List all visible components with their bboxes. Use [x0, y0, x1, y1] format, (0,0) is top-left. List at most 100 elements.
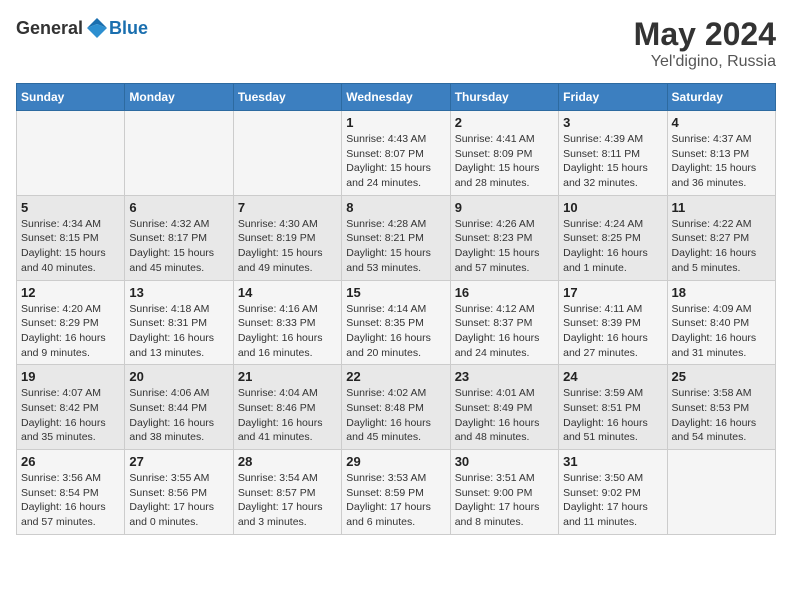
calendar-cell: 15 Sunrise: 4:14 AM Sunset: 8:35 PM Dayli…	[342, 280, 450, 365]
weekday-header: Monday	[125, 84, 233, 111]
calendar-cell: 10 Sunrise: 4:24 AM Sunset: 8:25 PM Dayli…	[559, 195, 667, 280]
logo-general: General	[16, 18, 83, 39]
calendar-cell: 6 Sunrise: 4:32 AM Sunset: 8:17 PM Daylig…	[125, 195, 233, 280]
calendar-cell: 8 Sunrise: 4:28 AM Sunset: 8:21 PM Daylig…	[342, 195, 450, 280]
day-info: Sunrise: 3:58 AM Sunset: 8:53 PM Dayligh…	[672, 386, 771, 445]
calendar-cell: 20Sunrise: 4:06 AM Sunset: 8:44 PM Dayli…	[125, 365, 233, 450]
day-number: 18	[672, 285, 771, 300]
weekday-header: Sunday	[17, 84, 125, 111]
day-number: 1	[346, 115, 445, 130]
day-number: 8	[346, 200, 445, 215]
day-info: Sunrise: 3:59 AM Sunset: 8:51 PM Dayligh…	[563, 386, 662, 445]
day-number: 27	[129, 454, 228, 469]
calendar-cell: 13 Sunrise: 4:18 AM Sunset: 8:31 PM Dayli…	[125, 280, 233, 365]
day-info: Sunrise: 4:09 AM Sunset: 8:40 PM Dayligh…	[672, 302, 771, 361]
calendar-cell	[233, 111, 341, 196]
day-number: 7	[238, 200, 337, 215]
day-info: Sunrise: 4:26 AM Sunset: 8:23 PM Dayligh…	[455, 217, 554, 276]
day-number: 10	[563, 200, 662, 215]
day-number: 2	[455, 115, 554, 130]
day-info: Sunrise: 3:55 AM Sunset: 8:56 PM Dayligh…	[129, 471, 228, 530]
calendar-cell	[125, 111, 233, 196]
calendar-table: SundayMondayTuesdayWednesdayThursdayFrid…	[16, 83, 776, 535]
calendar-cell: 7Sunrise: 4:30 AM Sunset: 8:19 PM Daylig…	[233, 195, 341, 280]
day-info: Sunrise: 4:24 AM Sunset: 8:25 PM Dayligh…	[563, 217, 662, 276]
day-number: 14	[238, 285, 337, 300]
day-info: Sunrise: 4:39 AM Sunset: 8:11 PM Dayligh…	[563, 132, 662, 191]
calendar-cell: 25 Sunrise: 3:58 AM Sunset: 8:53 PM Dayli…	[667, 365, 775, 450]
calendar-cell: 12Sunrise: 4:20 AM Sunset: 8:29 PM Dayli…	[17, 280, 125, 365]
day-info: Sunrise: 4:11 AM Sunset: 8:39 PM Dayligh…	[563, 302, 662, 361]
calendar-cell	[667, 450, 775, 535]
day-number: 17	[563, 285, 662, 300]
calendar-cell: 3 Sunrise: 4:39 AM Sunset: 8:11 PM Daylig…	[559, 111, 667, 196]
day-number: 15	[346, 285, 445, 300]
day-number: 22	[346, 369, 445, 384]
day-number: 9	[455, 200, 554, 215]
calendar-body: 1Sunrise: 4:43 AM Sunset: 8:07 PM Daylig…	[17, 111, 776, 535]
logo-icon	[85, 16, 109, 40]
day-info: Sunrise: 4:07 AM Sunset: 8:42 PM Dayligh…	[21, 386, 120, 445]
day-number: 29	[346, 454, 445, 469]
day-info: Sunrise: 4:01 AM Sunset: 8:49 PM Dayligh…	[455, 386, 554, 445]
day-info: Sunrise: 3:56 AM Sunset: 8:54 PM Dayligh…	[21, 471, 120, 530]
weekday-header: Wednesday	[342, 84, 450, 111]
calendar-cell: 30 Sunrise: 3:51 AM Sunset: 9:00 PM Dayli…	[450, 450, 558, 535]
calendar-cell: 27 Sunrise: 3:55 AM Sunset: 8:56 PM Dayli…	[125, 450, 233, 535]
weekday-header-row: SundayMondayTuesdayWednesdayThursdayFrid…	[17, 84, 776, 111]
logo: General Blue	[16, 16, 148, 40]
day-number: 19	[21, 369, 120, 384]
calendar-cell: 1Sunrise: 4:43 AM Sunset: 8:07 PM Daylig…	[342, 111, 450, 196]
day-number: 30	[455, 454, 554, 469]
day-info: Sunrise: 4:22 AM Sunset: 8:27 PM Dayligh…	[672, 217, 771, 276]
day-info: Sunrise: 4:18 AM Sunset: 8:31 PM Dayligh…	[129, 302, 228, 361]
logo-blue: Blue	[109, 18, 148, 39]
title-block: May 2024 Yel'digino, Russia	[634, 16, 776, 71]
day-number: 28	[238, 454, 337, 469]
day-number: 5	[21, 200, 120, 215]
calendar-week-row: 12Sunrise: 4:20 AM Sunset: 8:29 PM Dayli…	[17, 280, 776, 365]
day-info: Sunrise: 4:16 AM Sunset: 8:33 PM Dayligh…	[238, 302, 337, 361]
calendar-cell: 5 Sunrise: 4:34 AM Sunset: 8:15 PM Daylig…	[17, 195, 125, 280]
weekday-header: Tuesday	[233, 84, 341, 111]
day-number: 6	[129, 200, 228, 215]
calendar-cell: 16Sunrise: 4:12 AM Sunset: 8:37 PM Dayli…	[450, 280, 558, 365]
day-number: 31	[563, 454, 662, 469]
weekday-header: Friday	[559, 84, 667, 111]
day-info: Sunrise: 4:28 AM Sunset: 8:21 PM Dayligh…	[346, 217, 445, 276]
calendar-cell: 31Sunrise: 3:50 AM Sunset: 9:02 PM Dayli…	[559, 450, 667, 535]
calendar-cell: 4Sunrise: 4:37 AM Sunset: 8:13 PM Daylig…	[667, 111, 775, 196]
day-number: 4	[672, 115, 771, 130]
calendar-cell: 19 Sunrise: 4:07 AM Sunset: 8:42 PM Dayli…	[17, 365, 125, 450]
day-number: 3	[563, 115, 662, 130]
day-info: Sunrise: 3:51 AM Sunset: 9:00 PM Dayligh…	[455, 471, 554, 530]
day-info: Sunrise: 4:14 AM Sunset: 8:35 PM Dayligh…	[346, 302, 445, 361]
calendar-cell: 9 Sunrise: 4:26 AM Sunset: 8:23 PM Daylig…	[450, 195, 558, 280]
day-info: Sunrise: 4:02 AM Sunset: 8:48 PM Dayligh…	[346, 386, 445, 445]
page-header: General Blue May 2024 Yel'digino, Russia	[16, 16, 776, 71]
calendar-cell: 26 Sunrise: 3:56 AM Sunset: 8:54 PM Dayli…	[17, 450, 125, 535]
day-number: 23	[455, 369, 554, 384]
calendar-cell: 28Sunrise: 3:54 AM Sunset: 8:57 PM Dayli…	[233, 450, 341, 535]
day-number: 13	[129, 285, 228, 300]
day-info: Sunrise: 4:34 AM Sunset: 8:15 PM Dayligh…	[21, 217, 120, 276]
day-number: 26	[21, 454, 120, 469]
calendar-cell: 14 Sunrise: 4:16 AM Sunset: 8:33 PM Dayli…	[233, 280, 341, 365]
day-number: 25	[672, 369, 771, 384]
day-info: Sunrise: 4:12 AM Sunset: 8:37 PM Dayligh…	[455, 302, 554, 361]
calendar-cell: 18 Sunrise: 4:09 AM Sunset: 8:40 PM Dayli…	[667, 280, 775, 365]
day-number: 24	[563, 369, 662, 384]
weekday-header: Saturday	[667, 84, 775, 111]
calendar-cell: 29 Sunrise: 3:53 AM Sunset: 8:59 PM Dayli…	[342, 450, 450, 535]
day-info: Sunrise: 4:32 AM Sunset: 8:17 PM Dayligh…	[129, 217, 228, 276]
day-info: Sunrise: 4:04 AM Sunset: 8:46 PM Dayligh…	[238, 386, 337, 445]
calendar-cell: 21Sunrise: 4:04 AM Sunset: 8:46 PM Dayli…	[233, 365, 341, 450]
day-info: Sunrise: 3:53 AM Sunset: 8:59 PM Dayligh…	[346, 471, 445, 530]
location-title: Yel'digino, Russia	[634, 53, 776, 71]
day-info: Sunrise: 4:06 AM Sunset: 8:44 PM Dayligh…	[129, 386, 228, 445]
calendar-week-row: 19 Sunrise: 4:07 AM Sunset: 8:42 PM Dayli…	[17, 365, 776, 450]
calendar-cell: 17 Sunrise: 4:11 AM Sunset: 8:39 PM Dayli…	[559, 280, 667, 365]
calendar-cell: 22 Sunrise: 4:02 AM Sunset: 8:48 PM Dayli…	[342, 365, 450, 450]
calendar-cell: 11 Sunrise: 4:22 AM Sunset: 8:27 PM Dayli…	[667, 195, 775, 280]
day-number: 11	[672, 200, 771, 215]
